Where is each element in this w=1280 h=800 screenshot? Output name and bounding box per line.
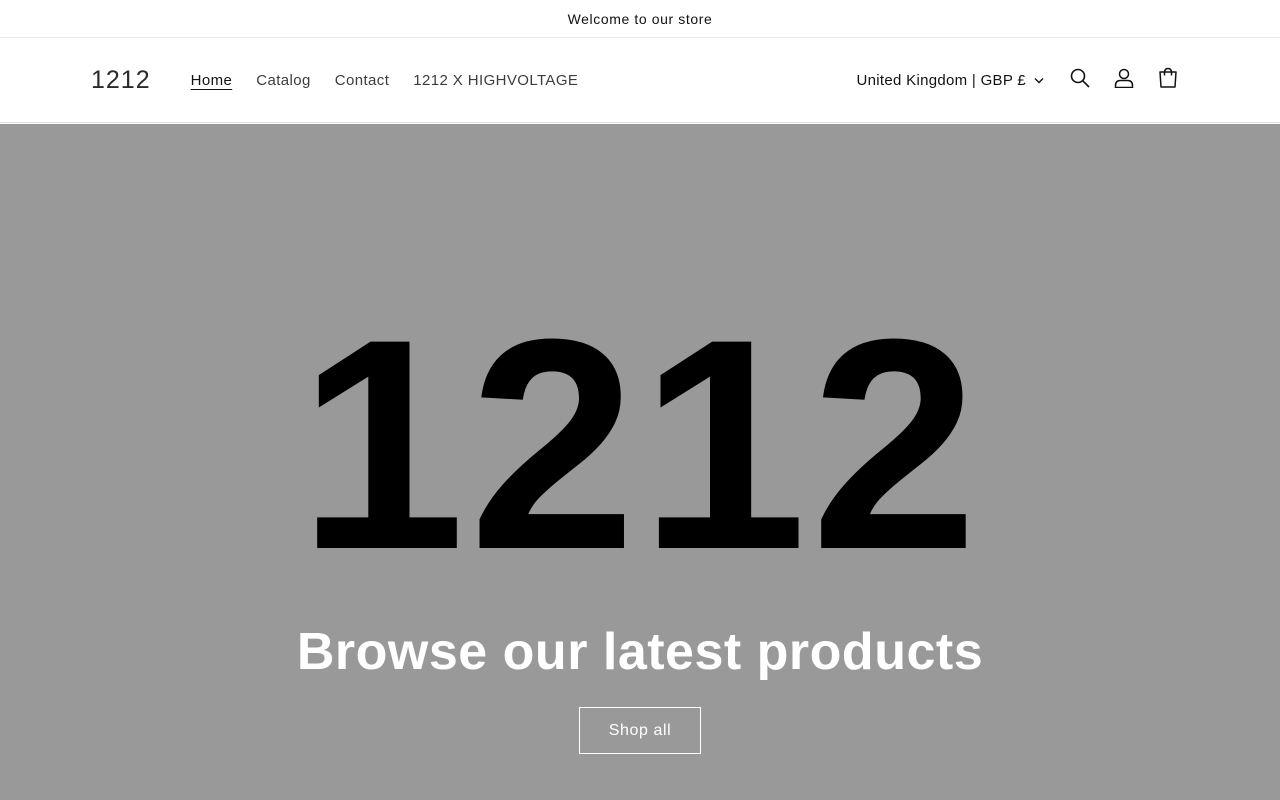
- nav-item-home[interactable]: Home: [191, 72, 245, 89]
- chevron-down-icon: [1034, 77, 1044, 84]
- header-actions: United Kingdom | GBP £: [857, 58, 1190, 102]
- account-button[interactable]: [1102, 58, 1146, 102]
- announcement-bar: Welcome to our store: [0, 0, 1280, 38]
- hero-logo-text: 1212: [298, 276, 982, 612]
- search-icon: [1070, 68, 1090, 93]
- cart-icon: [1157, 67, 1179, 94]
- main-nav: Home Catalog Contact 1212 X HIGHVOLTAGE: [191, 72, 591, 89]
- hero-banner: 1212 Browse our latest products Shop all: [0, 124, 1280, 800]
- nav-item-contact[interactable]: Contact: [323, 72, 402, 89]
- nav-item-catalog[interactable]: Catalog: [244, 72, 323, 89]
- search-button[interactable]: [1058, 58, 1102, 102]
- announcement-text: Welcome to our store: [567, 10, 713, 27]
- store-logo[interactable]: 1212: [91, 66, 151, 95]
- shop-all-button[interactable]: Shop all: [579, 707, 701, 754]
- country-selector[interactable]: United Kingdom | GBP £: [857, 72, 1044, 89]
- cart-button[interactable]: [1146, 58, 1190, 102]
- site-header: 1212 Home Catalog Contact 1212 X HIGHVOL…: [0, 38, 1280, 123]
- hero-heading: Browse our latest products: [296, 623, 984, 681]
- country-selector-label: United Kingdom | GBP £: [856, 71, 1026, 89]
- account-icon: [1114, 68, 1134, 93]
- nav-item-highvoltage[interactable]: 1212 X HIGHVOLTAGE: [401, 72, 590, 89]
